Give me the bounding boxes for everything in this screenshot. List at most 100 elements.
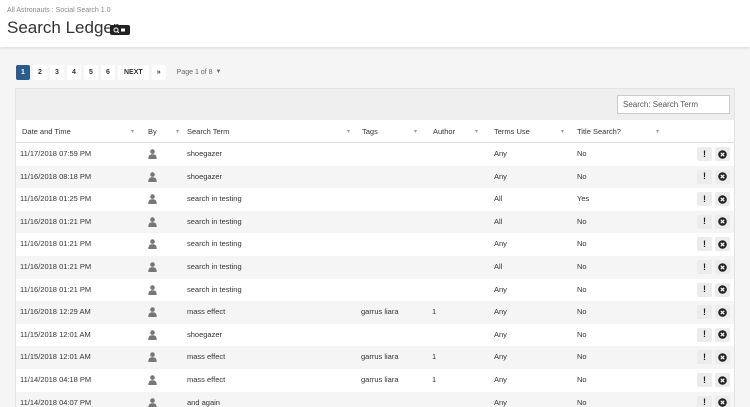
page-button-3[interactable]: 3 [50,64,64,80]
detail-button[interactable]: ! [697,282,712,297]
cell-author: 1 [432,375,437,384]
caret-down-icon: ▼ [215,69,222,75]
user-icon[interactable] [148,284,157,297]
last-page-button[interactable]: » [151,64,166,80]
user-icon[interactable] [148,307,157,319]
cell-search-term: shoegazer [187,149,223,158]
detail-button[interactable]: ! [697,147,712,161]
user-icon[interactable] [148,375,157,387]
col-tags[interactable]: Tags [362,120,378,143]
cell-search-term: search in testing [187,216,242,226]
table-row[interactable]: 11/16/2018 01:21 PM search in testing Any N… [16,279,734,302]
detail-button[interactable]: ! [697,214,712,229]
page-button-5[interactable]: 5 [84,64,98,80]
cell-title-search: No [577,352,587,362]
user-icon[interactable] [148,397,157,407]
delete-button[interactable] [715,350,730,365]
breadcrumb[interactable]: All Astronauts : Social Search 1.0 [7,7,111,14]
cell-terms-use: Any [494,149,507,158]
sort-icon[interactable]: ▾ [414,120,417,143]
cell-search-term: search in testing [187,262,242,271]
cell-author: 1 [432,307,437,317]
page-button-4[interactable]: 4 [67,64,81,80]
table-row[interactable]: 11/14/2018 04:18 PM mass effect garrus lia… [16,369,734,392]
cell-search-term: search in testing [187,284,242,294]
table-row[interactable]: 11/16/2018 12:29 AM mass effect garrus lia… [16,301,734,324]
detail-button[interactable]: ! [697,192,712,207]
delete-button[interactable] [715,282,730,297]
table-row[interactable]: 11/16/2018 01:25 PM search in testing All Y… [16,188,734,211]
cell-title-search: No [577,262,587,271]
col-search-term[interactable]: Search Term [187,120,229,143]
user-icon[interactable] [148,149,157,161]
cell-title-search: No [577,216,587,226]
detail-button[interactable]: ! [697,169,712,184]
detail-button[interactable]: ! [697,373,712,387]
cell-terms-use: Any [494,171,507,181]
page-select[interactable]: Page 1 of 8 ▼ [177,69,222,76]
cell-terms-use: Any [494,284,507,294]
cell-terms-use: Any [494,329,507,339]
detail-button[interactable]: ! [697,350,712,365]
user-icon[interactable] [148,194,157,206]
detail-button[interactable]: ! [697,395,712,407]
user-icon[interactable] [148,330,157,342]
delete-button[interactable] [715,237,730,252]
sort-icon[interactable]: ▾ [176,120,179,143]
cell-search-term: mass effect [187,375,226,384]
page-info: Page 1 of 8 [176,68,213,76]
col-terms-use[interactable]: Terms Use [494,120,530,143]
table-row[interactable]: 11/14/2018 04:07 PM and again Any No! [16,391,734,407]
search-badge[interactable] [110,25,130,35]
detail-button[interactable]: ! [697,327,712,342]
delete-button[interactable] [715,395,730,407]
detail-button[interactable]: ! [697,305,712,320]
sort-icon[interactable]: ▾ [656,120,659,143]
table-row[interactable]: 11/17/2018 07:59 PM shoegazer Any No! [16,143,734,166]
col-date[interactable]: Date and Time [22,120,71,143]
delete-button[interactable] [715,260,730,274]
sort-icon[interactable]: ▾ [561,120,564,143]
delete-button[interactable] [715,169,730,184]
detail-button[interactable]: ! [697,237,712,252]
user-icon[interactable] [148,239,157,251]
search-input[interactable] [617,95,730,114]
close-circle-icon [718,172,727,181]
cell-title-search: No [577,284,587,294]
table-header: Date and Time ▾ By ▾ Search Term ▾ Tags … [16,120,734,143]
page-button-1[interactable]: 1 [16,64,30,80]
cell-date: 11/14/2018 04:18 PM [20,375,92,384]
delete-button[interactable] [715,147,730,161]
cell-date: 11/15/2018 12:01 AM [20,329,91,339]
detail-button[interactable]: ! [697,260,712,274]
user-icon[interactable] [148,217,157,229]
col-title-search[interactable]: Title Search? [577,120,621,143]
sort-icon[interactable]: ▾ [347,120,350,143]
page-button-6[interactable]: 6 [101,64,115,80]
table-row[interactable]: 11/16/2018 01:21 PM search in testing All N… [16,210,734,234]
table-row[interactable]: 11/16/2018 08:18 PM shoegazer Any No! [16,165,734,189]
table-row[interactable]: 11/16/2018 01:21 PM search in testing Any N… [16,233,734,256]
delete-button[interactable] [715,192,730,207]
user-icon[interactable] [148,171,157,184]
user-icon[interactable] [148,262,157,274]
col-by[interactable]: By [148,120,157,143]
table-row[interactable]: 11/16/2018 01:21 PM search in testing All N… [16,256,734,279]
delete-button[interactable] [715,305,730,320]
delete-button[interactable] [715,327,730,342]
delete-button[interactable] [715,373,730,387]
close-circle-icon [718,217,727,227]
user-icon[interactable] [148,352,157,364]
sort-icon[interactable]: ▾ [131,120,134,143]
pagination: 123456 NEXT » Page 1 of 8 ▼ [16,64,221,80]
col-author[interactable]: Author [433,120,455,143]
next-page-button[interactable]: NEXT [118,64,149,80]
table-row[interactable]: 11/15/2018 12:01 AM mass effect garrus lia… [16,346,734,369]
delete-button[interactable] [715,214,730,229]
exclamation-icon: ! [703,261,706,272]
page-button-2[interactable]: 2 [33,64,47,80]
close-circle-icon [718,262,727,272]
sort-icon[interactable]: ▾ [475,120,478,143]
table-row[interactable]: 11/15/2018 12:01 AM shoegazer Any No! [16,324,734,347]
cell-date: 11/16/2018 01:21 PM [20,284,92,294]
